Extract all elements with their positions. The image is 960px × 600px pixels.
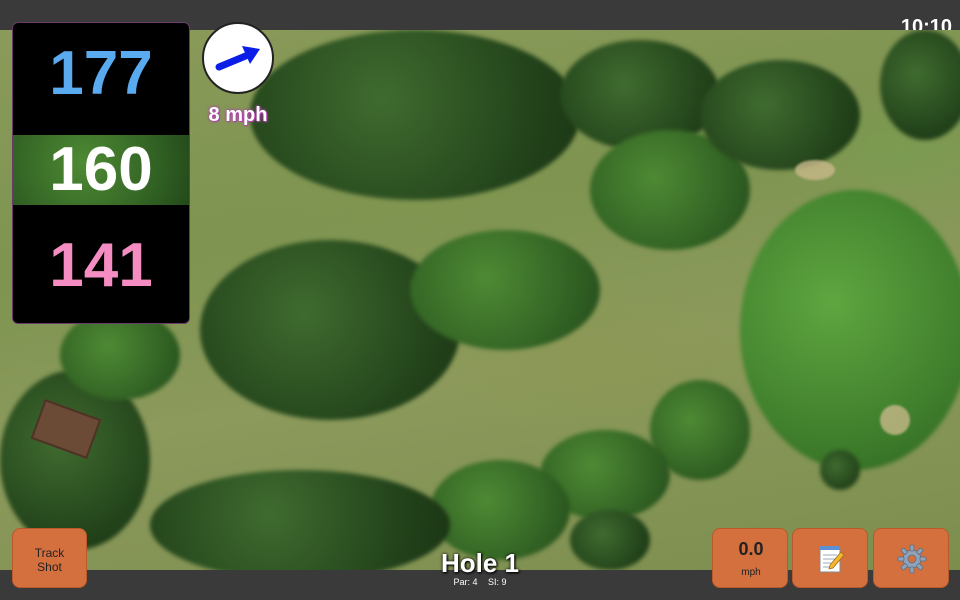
hole-title: Hole 1 bbox=[440, 548, 520, 578]
tree-cluster bbox=[410, 230, 600, 350]
wind-speed: 8 mph bbox=[208, 104, 268, 126]
bunker bbox=[880, 405, 910, 435]
front-distance: 141 bbox=[49, 231, 153, 300]
wind-indicator bbox=[202, 22, 274, 94]
track-shot-label-line1: Track bbox=[34, 546, 65, 560]
tree-cluster bbox=[740, 190, 960, 470]
hole-par: Par: 4 bbox=[453, 577, 478, 587]
speed-unit: mph bbox=[741, 567, 761, 578]
tree-cluster bbox=[570, 510, 650, 570]
notes-button[interactable] bbox=[792, 528, 868, 588]
tree-cluster bbox=[820, 450, 860, 490]
tree-cluster bbox=[430, 460, 570, 560]
gear-icon bbox=[897, 544, 927, 574]
back-distance: 177 bbox=[49, 39, 153, 108]
tree-cluster bbox=[250, 30, 580, 200]
speed-value: 0.0 bbox=[738, 539, 764, 559]
distance-panel: 177 160 141 bbox=[12, 22, 190, 324]
tree-cluster bbox=[880, 30, 960, 140]
notepad-icon bbox=[819, 546, 845, 573]
bunker bbox=[795, 160, 835, 180]
wind-arrow-icon bbox=[215, 46, 260, 71]
speed-button[interactable]: 0.0 mph bbox=[712, 528, 788, 588]
hole-stroke-index: SI: 9 bbox=[488, 577, 507, 587]
hole-details: Par: 4 SI: 9 bbox=[380, 577, 580, 587]
tree-cluster bbox=[700, 60, 860, 170]
track-shot-button[interactable]: Track Shot bbox=[12, 528, 87, 588]
middle-distance: 160 bbox=[13, 135, 189, 205]
settings-button[interactable] bbox=[873, 528, 949, 588]
track-shot-label-line2: Shot bbox=[37, 560, 62, 574]
